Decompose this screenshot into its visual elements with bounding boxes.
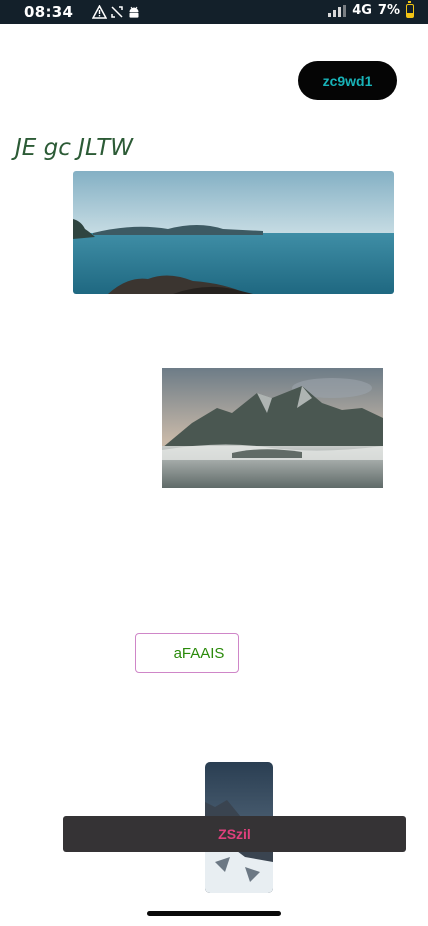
status-time: 08:34 [24, 3, 74, 21]
no-signal-icon [111, 6, 123, 18]
snackbar: ZSzil [63, 816, 406, 852]
android-icon [129, 6, 139, 18]
signal-strength-icon [328, 4, 347, 17]
snackbar-message: ZSzil [218, 826, 251, 842]
status-bar: 08:34 4G 7% [0, 0, 428, 24]
network-type: 4G [352, 3, 372, 18]
afaais-button[interactable]: aFAAIS [135, 633, 239, 673]
status-notification-icons [92, 4, 141, 20]
warning-icon [92, 5, 107, 19]
battery-percent: 7% [377, 3, 400, 18]
battery-icon [406, 0, 414, 18]
status-right-cluster: 4G 7% [328, 0, 414, 18]
lake-photo [73, 171, 394, 294]
page-title: JE gc JLTW [15, 135, 134, 161]
mountain-photo [162, 368, 383, 488]
header-action-button[interactable]: zc9wd1 [298, 61, 397, 100]
home-indicator[interactable] [147, 911, 281, 916]
battery-fill [407, 12, 413, 17]
